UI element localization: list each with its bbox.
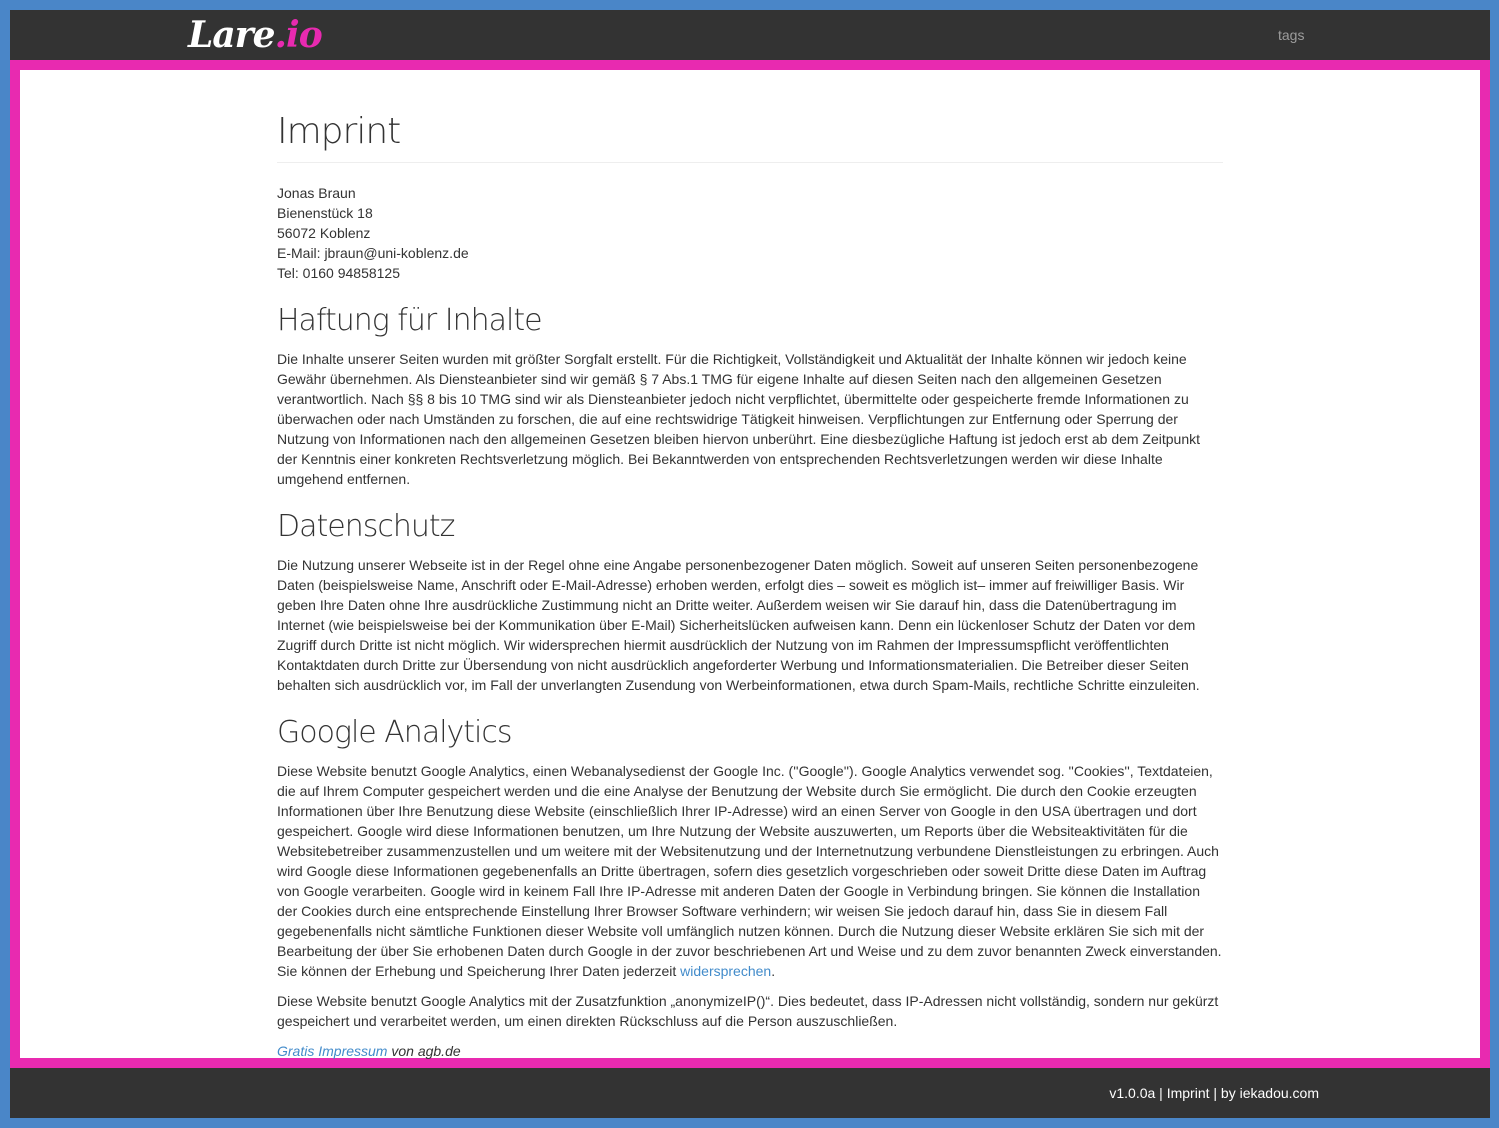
address-email: E-Mail: jbraun@uni-koblenz.de bbox=[277, 245, 469, 261]
address-phone: Tel: 0160 94858125 bbox=[277, 265, 400, 281]
footer-sep-1: | bbox=[1155, 1085, 1167, 1101]
credit-suffix: von agb.de bbox=[387, 1043, 461, 1059]
page-header: Imprint bbox=[277, 110, 1223, 163]
widersprechen-link[interactable]: widersprechen bbox=[680, 963, 771, 979]
text-datenschutz: Die Nutzung unserer Webseite ist in der … bbox=[277, 557, 1200, 693]
text-analytics-2: Diese Website benutzt Google Analytics m… bbox=[277, 993, 1219, 1029]
credit-line: Gratis Impressum von agb.de bbox=[277, 1041, 1223, 1061]
text-haftung: Die Inhalte unserer Seiten wurden mit gr… bbox=[277, 351, 1201, 487]
address-city: 56072 Koblenz bbox=[277, 225, 371, 241]
footer-sep-2: | by bbox=[1209, 1085, 1240, 1101]
footer-imprint-link[interactable]: Imprint bbox=[1167, 1085, 1210, 1101]
footer: v1.0.0a | Imprint | by iekadou.com bbox=[10, 1068, 1490, 1118]
analytics-text-end: . bbox=[771, 963, 776, 979]
footer-version: v1.0.0a bbox=[1109, 1085, 1156, 1101]
address-street: Bienenstück 18 bbox=[277, 205, 373, 221]
site-logo[interactable]: Lare.io bbox=[188, 14, 323, 56]
page-title: Imprint bbox=[277, 111, 401, 152]
heading-analytics: Google Analytics bbox=[277, 715, 513, 750]
browser-frame: Lare.io tags Imprint Jonas Braun Bienens… bbox=[10, 10, 1490, 1118]
heading-haftung: Haftung für Inhalte bbox=[277, 303, 543, 338]
main-container: Imprint Jonas Braun Bienenstück 18 56072… bbox=[277, 70, 1223, 1071]
logo-accent-text: .io bbox=[274, 14, 323, 56]
text-analytics-1: Diese Website benutzt Google Analytics, … bbox=[277, 761, 1223, 981]
footer-author-link[interactable]: iekadou.com bbox=[1240, 1085, 1319, 1101]
footer-text: v1.0.0a | Imprint | by iekadou.com bbox=[1109, 1085, 1319, 1101]
logo-main-text: Lare bbox=[188, 14, 276, 56]
address-name: Jonas Braun bbox=[277, 185, 356, 201]
gratis-impressum-link[interactable]: Gratis Impressum bbox=[277, 1043, 387, 1059]
content-border: Imprint Jonas Braun Bienenstück 18 56072… bbox=[10, 60, 1490, 1068]
analytics-text-body: Diese Website benutzt Google Analytics, … bbox=[277, 763, 1222, 979]
nav-tags-link[interactable]: tags bbox=[1278, 27, 1304, 43]
address-block: Jonas Braun Bienenstück 18 56072 Koblenz… bbox=[277, 183, 1223, 283]
navbar: Lare.io tags bbox=[10, 10, 1490, 60]
content-area: Imprint Jonas Braun Bienenstück 18 56072… bbox=[20, 70, 1480, 1059]
heading-datenschutz: Datenschutz bbox=[277, 509, 455, 544]
